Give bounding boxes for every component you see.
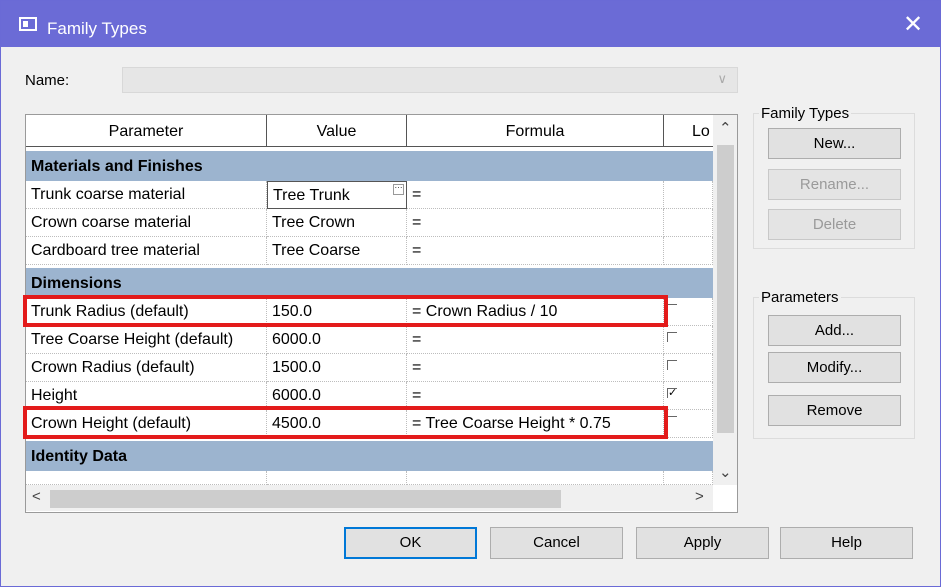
help-button[interactable]: Help <box>780 527 913 559</box>
parameter-name: Tree Coarse Height (default) <box>26 326 267 354</box>
formula-cell[interactable]: = <box>407 326 664 354</box>
cancel-button[interactable]: Cancel <box>490 527 623 559</box>
table-row[interactable]: Crown Radius (default) 1500.0 = <box>26 354 713 382</box>
lock-checkbox-checked[interactable]: ✓ <box>667 388 677 399</box>
formula-cell[interactable]: = <box>407 181 664 209</box>
horizontal-scrollbar[interactable]: < > <box>26 485 713 511</box>
formula-cell[interactable]: = <box>407 209 664 237</box>
lock-checkbox[interactable] <box>667 416 677 426</box>
value-cell[interactable]: Tree Crown <box>267 209 407 237</box>
lock-checkbox[interactable] <box>667 360 677 370</box>
column-header-value[interactable]: Value <box>267 115 407 147</box>
scroll-down-icon[interactable]: ⌄ <box>719 463 732 481</box>
highlight-crown-height <box>23 406 668 439</box>
parameter-name <box>26 471 267 485</box>
horizontal-scroll-thumb[interactable] <box>50 490 561 508</box>
title-bar: Family Types ✕ <box>1 1 940 47</box>
apply-button[interactable]: Apply <box>636 527 769 559</box>
lock-checkbox[interactable] <box>667 304 677 314</box>
value-text: Tree Trunk <box>273 187 350 204</box>
value-cell[interactable]: 1500.0 <box>267 354 407 382</box>
family-types-group-title: Family Types <box>759 105 852 122</box>
table-row[interactable]: Trunk coarse material Tree Trunk ··· = <box>26 181 713 209</box>
family-types-icon <box>19 17 37 31</box>
new-type-button[interactable]: New... <box>768 128 901 159</box>
lock-cell <box>664 410 713 438</box>
highlight-trunk-radius <box>23 295 668 327</box>
delete-type-button[interactable]: Delete <box>768 209 901 240</box>
column-header-parameter[interactable]: Parameter <box>26 115 267 147</box>
parameter-name: Trunk coarse material <box>26 181 267 209</box>
value-cell[interactable]: 6000.0 <box>267 326 407 354</box>
group-header-materials[interactable]: Materials and Finishes <box>26 151 713 181</box>
table-row[interactable]: Tree Coarse Height (default) 6000.0 = <box>26 326 713 354</box>
family-types-dialog: Family Types ✕ Name: ∨ Parameter Value F… <box>0 0 941 587</box>
formula-cell[interactable] <box>407 471 664 485</box>
scroll-up-icon[interactable]: ⌃ <box>719 119 732 137</box>
parameter-name: Cardboard tree material <box>26 237 267 265</box>
ok-button[interactable]: OK <box>344 527 477 559</box>
lock-cell <box>664 471 713 485</box>
scroll-left-icon[interactable]: < <box>32 488 41 505</box>
add-parameter-button[interactable]: Add... <box>768 315 901 346</box>
lock-cell <box>664 326 713 354</box>
lock-checkbox[interactable] <box>667 332 677 342</box>
window-title: Family Types <box>47 19 147 38</box>
name-dropdown[interactable]: ∨ <box>122 67 738 93</box>
table-row[interactable] <box>26 471 713 485</box>
lock-cell: ✓ <box>664 382 713 410</box>
parameter-name: Crown Radius (default) <box>26 354 267 382</box>
group-header-identity-data[interactable]: Identity Data <box>26 441 713 471</box>
value-cell[interactable] <box>267 471 407 485</box>
group-header-dimensions[interactable]: Dimensions <box>26 268 713 298</box>
table-row[interactable]: Crown coarse material Tree Crown = <box>26 209 713 237</box>
parameter-name: Crown coarse material <box>26 209 267 237</box>
lock-cell <box>664 237 713 265</box>
formula-cell[interactable]: = <box>407 237 664 265</box>
column-header-formula[interactable]: Formula <box>407 115 664 147</box>
value-cell[interactable]: Tree Coarse <box>267 237 407 265</box>
scroll-right-icon[interactable]: > <box>695 488 704 505</box>
lock-cell <box>664 209 713 237</box>
formula-cell[interactable]: = <box>407 354 664 382</box>
table-row[interactable]: Cardboard tree material Tree Coarse = <box>26 237 713 265</box>
vertical-scrollbar[interactable]: ⌃ ⌄ <box>713 115 737 485</box>
name-label: Name: <box>25 72 70 89</box>
lock-cell <box>664 298 713 326</box>
remove-parameter-button[interactable]: Remove <box>768 395 901 426</box>
close-icon[interactable]: ✕ <box>898 11 928 39</box>
chevron-down-icon: ∨ <box>717 71 727 86</box>
lock-cell <box>664 354 713 382</box>
modify-parameter-button[interactable]: Modify... <box>768 352 901 383</box>
lock-cell <box>664 181 713 209</box>
vertical-scroll-thumb[interactable] <box>717 145 734 433</box>
browse-ellipsis-icon[interactable]: ··· <box>393 184 404 195</box>
parameters-group-title: Parameters <box>759 289 841 306</box>
rename-type-button[interactable]: Rename... <box>768 169 901 200</box>
column-header-lock[interactable]: Lo <box>664 115 713 147</box>
value-cell-selected[interactable]: Tree Trunk ··· <box>267 181 407 209</box>
